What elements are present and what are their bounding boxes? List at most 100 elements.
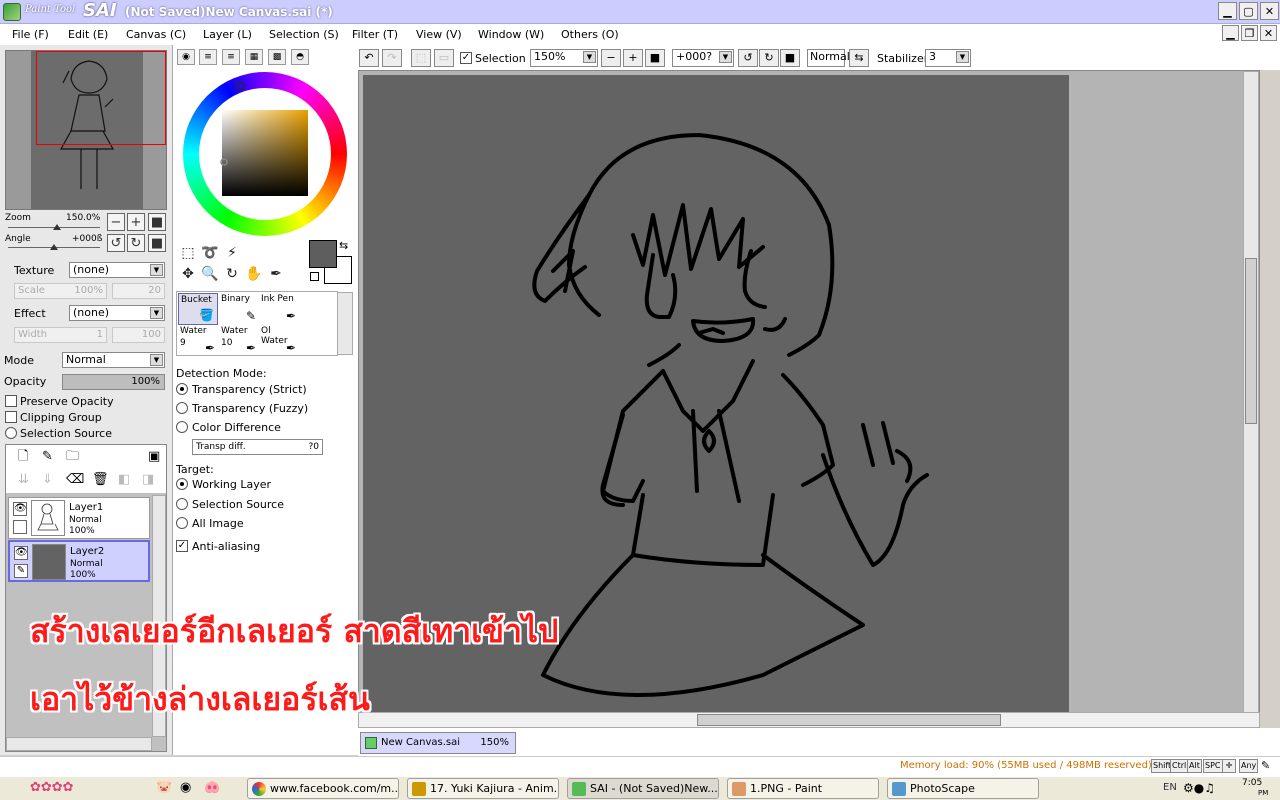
undo-icon[interactable]: ↶: [359, 49, 379, 67]
doc-restore-button[interactable]: ❐: [1241, 25, 1258, 41]
invert-selection-icon[interactable]: ▭: [434, 49, 454, 67]
zoom-in-button[interactable]: +: [127, 213, 145, 231]
angle-slider-knob[interactable]: [50, 244, 58, 250]
opacity-slider[interactable]: 100%: [62, 374, 165, 390]
new-linework-layer-icon[interactable]: ✎: [42, 450, 53, 463]
canvas-zoom-in-button[interactable]: +: [623, 49, 643, 67]
scratchpad-tab[interactable]: ▩: [268, 49, 286, 65]
new-layer-icon[interactable]: 🗋: [18, 450, 28, 463]
view-mode-select[interactable]: Normal: [807, 49, 850, 67]
redo-icon[interactable]: ↷: [382, 49, 402, 67]
foreground-color-swatch[interactable]: [309, 240, 337, 268]
taskbar-button-paint[interactable]: 1.PNG - Paint: [727, 778, 879, 799]
brush-bucket[interactable]: Bucket 🪣: [178, 293, 218, 325]
delete-layer-icon[interactable]: 🗑: [92, 473, 109, 486]
menu-selection[interactable]: Selection (S): [269, 28, 339, 41]
canvas-zoom-select[interactable]: 150% ▼: [530, 49, 598, 67]
layer-list-hscrollbar[interactable]: [6, 737, 152, 751]
zoom-out-button[interactable]: −: [107, 213, 125, 231]
deselect-icon[interactable]: ⬚: [411, 49, 431, 67]
hsv-slider-tab[interactable]: ≡: [222, 49, 240, 65]
layer-row-layer1[interactable]: 👁 Layer1 Normal 100%: [8, 497, 150, 539]
mode-radio-color-difference[interactable]: [176, 421, 188, 433]
apply-mask-icon[interactable]: ◧: [118, 473, 130, 486]
taskbar-button-music[interactable]: 17. Yuki Kajiura - Anim...: [407, 778, 559, 799]
transp-diff-field[interactable]: Transp diff. ?0: [192, 439, 323, 455]
canvas-tab-new-canvas[interactable]: New Canvas.sai 150%: [360, 732, 516, 754]
target-radio-selection-source[interactable]: [176, 498, 188, 510]
maximize-button[interactable]: ▢: [1239, 2, 1258, 20]
taskbar-button-sai[interactable]: SAI - (Not Saved)New...: [567, 778, 719, 799]
navigator-view-rectangle[interactable]: [36, 51, 166, 145]
horizontal-scroll-thumb[interactable]: [697, 714, 1001, 726]
menu-canvas[interactable]: Canvas (C): [126, 28, 186, 41]
reset-colors-icon[interactable]: [310, 272, 319, 281]
new-folder-icon[interactable]: 🗀: [66, 450, 79, 463]
mode-radio-fuzzy[interactable]: [176, 402, 188, 414]
swatches-tab[interactable]: ▦: [245, 49, 263, 65]
taskbar-button-facebook[interactable]: www.facebook.com/m...: [247, 778, 399, 799]
canvas-zoom-reset-button[interactable]: ■: [645, 49, 665, 67]
visibility-eye-icon[interactable]: 👁: [13, 502, 27, 516]
selection-visible-checkbox[interactable]: ✓: [460, 52, 472, 64]
swap-colors-icon[interactable]: ⇆: [339, 239, 348, 252]
delete-mask-icon[interactable]: ◨: [142, 473, 154, 486]
quicklaunch-pig2-icon[interactable]: 🐽: [204, 780, 220, 795]
menu-file[interactable]: File (F): [12, 28, 49, 41]
mode-radio-strict[interactable]: [176, 383, 188, 395]
menu-window[interactable]: Window (W): [478, 28, 544, 41]
brush-ol-water[interactable]: Ol Water ✒: [259, 325, 299, 357]
doc-close-button[interactable]: ✕: [1260, 25, 1277, 41]
clipping-group-checkbox[interactable]: [5, 411, 17, 423]
doc-minimize-button[interactable]: ▁: [1222, 25, 1239, 41]
close-button[interactable]: ✕: [1260, 2, 1279, 20]
layer-lock-toggle[interactable]: [13, 520, 27, 534]
rotate-left-button[interactable]: ↺: [107, 234, 125, 252]
merge-down-icon[interactable]: ⇓: [42, 473, 53, 486]
canvas-rotate-reset-button[interactable]: ■: [780, 49, 800, 67]
brush-binary[interactable]: Binary ✎: [219, 293, 259, 325]
transfer-down-icon[interactable]: ⇊: [18, 473, 29, 486]
selection-source-radio[interactable]: [5, 427, 17, 439]
canvas-horizontal-scrollbar[interactable]: [358, 712, 1260, 728]
visibility-eye-icon[interactable]: 👁: [14, 546, 28, 560]
rotate-right-button[interactable]: ↻: [127, 234, 145, 252]
navigator-preview[interactable]: [5, 50, 167, 210]
language-indicator[interactable]: EN: [1163, 782, 1177, 793]
canvas-angle-select[interactable]: +000? ▼: [672, 49, 734, 67]
paint-target-pencil-icon[interactable]: ✎: [14, 564, 28, 578]
texture-select[interactable]: (none) ▼: [69, 262, 165, 278]
menu-layer[interactable]: Layer (L): [203, 28, 252, 41]
canvas-vertical-scrollbar[interactable]: [1243, 71, 1259, 713]
brush-water-9[interactable]: Water 9 ✒: [178, 325, 218, 357]
rectangle-select-icon[interactable]: ⬚: [178, 243, 198, 263]
zoom-slider-knob[interactable]: [53, 224, 61, 230]
menu-view[interactable]: View (V): [416, 28, 462, 41]
blend-mode-select[interactable]: Normal ▼: [62, 352, 165, 368]
eyedropper-icon[interactable]: ✒: [266, 264, 286, 284]
canvas-zoom-out-button[interactable]: −: [601, 49, 621, 67]
layer-row-layer2[interactable]: 👁 ✎ Layer2 Normal 100%: [8, 540, 150, 582]
menu-filter[interactable]: Filter (T): [352, 28, 398, 41]
clear-layer-icon[interactable]: ⌫: [66, 473, 84, 486]
brush-water-10[interactable]: Water 10 ✒: [219, 325, 259, 357]
rotate-icon[interactable]: ↻: [222, 264, 242, 284]
zoom-icon[interactable]: 🔍: [200, 264, 220, 284]
flip-canvas-icon[interactable]: ⇆: [849, 49, 869, 67]
stabilizer-select[interactable]: 3 ▼: [925, 49, 971, 67]
vertical-scroll-thumb[interactable]: [1245, 258, 1257, 424]
menu-others[interactable]: Others (O): [561, 28, 619, 41]
effect-select[interactable]: (none) ▼: [69, 305, 165, 321]
layer-mask-icon[interactable]: ▣: [148, 450, 160, 463]
lasso-icon[interactable]: ➰: [200, 243, 220, 263]
user-palette-tab[interactable]: ◓: [291, 49, 309, 65]
hand-icon[interactable]: ✋: [244, 264, 264, 284]
rgb-slider-tab[interactable]: ≡: [199, 49, 217, 65]
minimize-button[interactable]: ▁: [1218, 2, 1237, 20]
tray-icons[interactable]: ⚙●♫: [1183, 781, 1215, 795]
preserve-opacity-checkbox[interactable]: [5, 395, 17, 407]
target-radio-working-layer[interactable]: [176, 478, 188, 490]
zoom-reset-button[interactable]: ■: [148, 213, 166, 231]
menu-edit[interactable]: Edit (E): [68, 28, 108, 41]
rotate-reset-button[interactable]: ■: [148, 234, 166, 252]
